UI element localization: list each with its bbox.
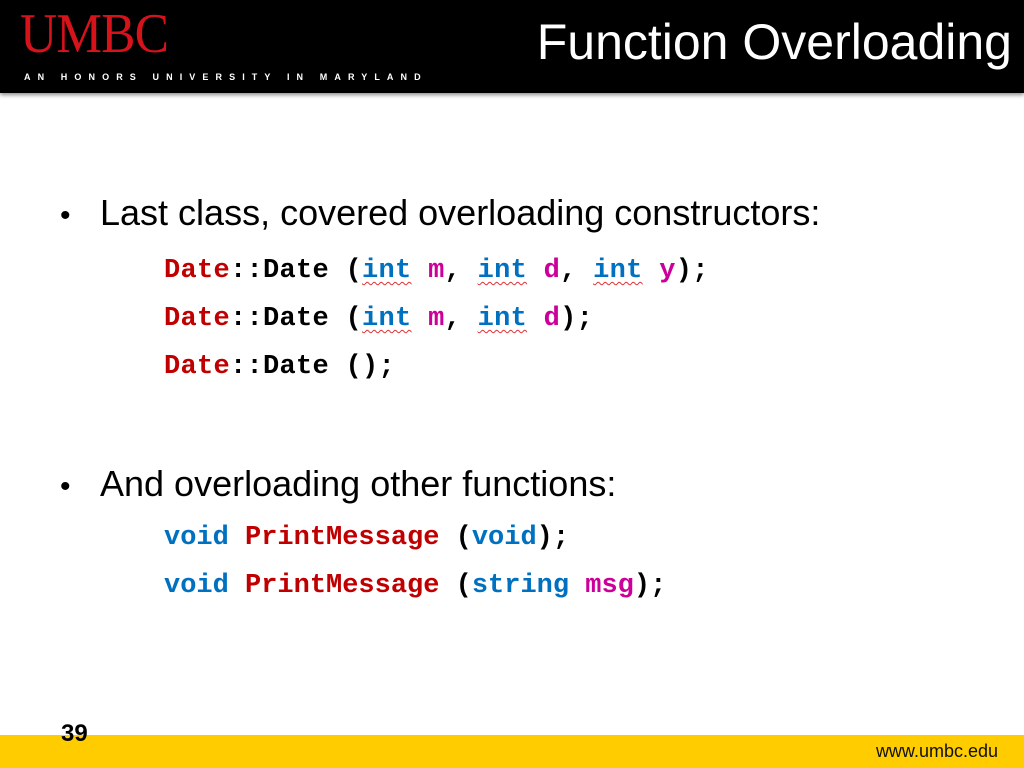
- code-token: string: [471, 571, 570, 601]
- code-token: Date: [164, 256, 231, 286]
- code-token: ::Date (: [230, 304, 363, 334]
- code-token: ,: [444, 304, 478, 334]
- code-token: int: [362, 304, 412, 334]
- logo-tagline: AN HONORS UNIVERSITY IN MARYLAND: [24, 72, 428, 82]
- code-line: Date::Date ();: [164, 350, 395, 384]
- code-token: PrintMessage: [245, 571, 440, 601]
- code-token: Date: [164, 304, 231, 334]
- code-token: int: [477, 256, 528, 286]
- bullet-item: • And overloading other functions:: [60, 462, 616, 509]
- code-token: void: [471, 523, 537, 553]
- code-token: PrintMessage: [245, 523, 440, 553]
- slide-footer: [0, 735, 1024, 768]
- code-token: msg: [585, 571, 634, 601]
- code-token: ,: [444, 256, 478, 286]
- slide-title: Function Overloading: [536, 14, 1012, 70]
- code-token: void: [164, 523, 229, 553]
- code-token: Date: [164, 352, 231, 382]
- code-token: );: [675, 256, 709, 286]
- code-token: y: [659, 256, 676, 286]
- code-token: m: [428, 304, 445, 334]
- bullet-text: Last class, covered overloading construc…: [100, 192, 821, 233]
- code-token: int: [477, 304, 528, 334]
- code-token: d: [543, 304, 561, 334]
- code-line: void PrintMessage (void);: [164, 521, 569, 555]
- code-token: int: [362, 256, 412, 286]
- code-token: m: [428, 256, 445, 286]
- code-token: ,: [560, 256, 594, 286]
- umbc-logo: UMBC: [20, 3, 169, 65]
- code-token: );: [560, 304, 594, 334]
- bullet-dot-icon: •: [60, 470, 71, 503]
- code-token: d: [543, 256, 561, 286]
- code-token: );: [536, 523, 570, 553]
- bullet-text: And overloading other functions:: [100, 463, 617, 504]
- bullet-item: • Last class, covered overloading constru…: [60, 191, 820, 238]
- code-line: Date::Date (int m, int d);: [164, 302, 593, 336]
- code-token: void: [164, 571, 229, 601]
- slide-header: UMBC AN HONORS UNIVERSITY IN MARYLAND Fu…: [0, 0, 1024, 93]
- code-line: void PrintMessage (string msg);: [164, 569, 666, 603]
- code-line: Date::Date (int m, int d, int y);: [164, 254, 709, 288]
- bullet-dot-icon: •: [60, 199, 71, 232]
- page-number: 39: [61, 720, 88, 747]
- code-token: );: [633, 571, 667, 601]
- code-token: (: [439, 571, 472, 601]
- code-token: ::Date (: [230, 256, 363, 286]
- code-token: ::Date ();: [230, 352, 396, 382]
- code-token: int: [593, 256, 643, 286]
- code-token: (: [439, 523, 472, 553]
- footer-url: www.umbc.edu: [875, 741, 998, 761]
